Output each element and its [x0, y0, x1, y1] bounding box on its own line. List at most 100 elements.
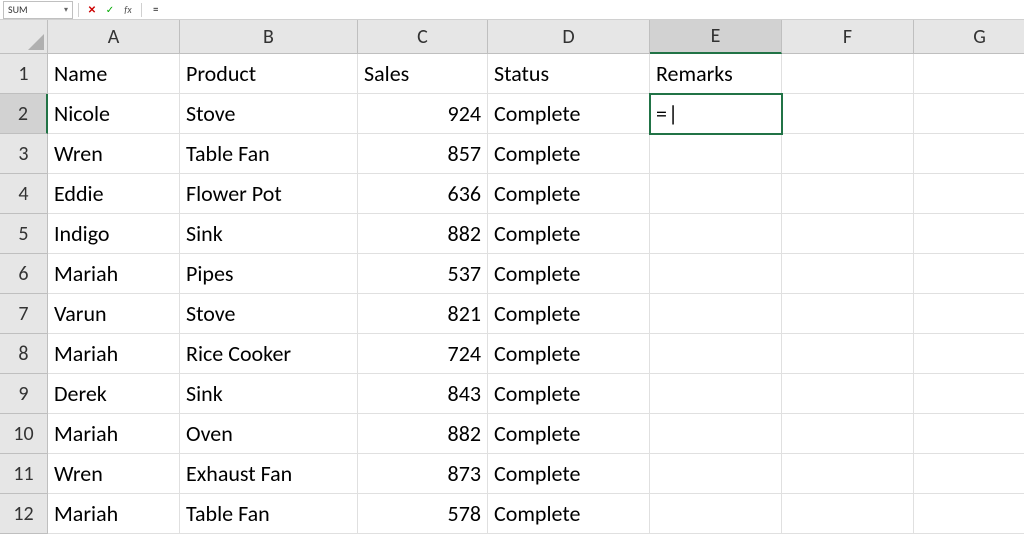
- cell-C1[interactable]: Sales: [358, 54, 488, 94]
- cell-A2[interactable]: Nicole: [48, 94, 180, 134]
- cell-D9[interactable]: Complete: [488, 374, 650, 414]
- cell-C3[interactable]: 857: [358, 134, 488, 174]
- row-header-7[interactable]: 7: [0, 294, 48, 334]
- row-header-12[interactable]: 12: [0, 494, 48, 534]
- cell-B11[interactable]: Exhaust Fan: [180, 454, 358, 494]
- cell-A5[interactable]: Indigo: [48, 214, 180, 254]
- row-header-10[interactable]: 10: [0, 414, 48, 454]
- cell-D10[interactable]: Complete: [488, 414, 650, 454]
- enter-icon[interactable]: ✓: [104, 3, 116, 16]
- cell-D2[interactable]: Complete: [488, 94, 650, 134]
- cell-D12[interactable]: Complete: [488, 494, 650, 534]
- name-box-dropdown-icon[interactable]: ▾: [64, 5, 68, 15]
- cell-C7[interactable]: 821: [358, 294, 488, 334]
- cell-E10[interactable]: [650, 414, 782, 454]
- formula-input[interactable]: =: [147, 1, 1024, 19]
- cell-B8[interactable]: Rice Cooker: [180, 334, 358, 374]
- cell-G10[interactable]: [914, 414, 1024, 454]
- cell-D8[interactable]: Complete: [488, 334, 650, 374]
- cell-B3[interactable]: Table Fan: [180, 134, 358, 174]
- cell-E1[interactable]: Remarks: [650, 54, 782, 94]
- cell-A6[interactable]: Mariah: [48, 254, 180, 294]
- cell-A9[interactable]: Derek: [48, 374, 180, 414]
- cell-D11[interactable]: Complete: [488, 454, 650, 494]
- cell-C4[interactable]: 636: [358, 174, 488, 214]
- cell-E6[interactable]: [650, 254, 782, 294]
- col-header-D[interactable]: D: [488, 20, 650, 54]
- cell-F1[interactable]: [782, 54, 914, 94]
- cell-E5[interactable]: [650, 214, 782, 254]
- cell-F6[interactable]: [782, 254, 914, 294]
- cell-G8[interactable]: [914, 334, 1024, 374]
- row-header-8[interactable]: 8: [0, 334, 48, 374]
- cell-D4[interactable]: Complete: [488, 174, 650, 214]
- cell-C6[interactable]: 537: [358, 254, 488, 294]
- cell-E2-active[interactable]: =: [650, 94, 782, 134]
- cell-B10[interactable]: Oven: [180, 414, 358, 454]
- cell-A12[interactable]: Mariah: [48, 494, 180, 534]
- col-header-G[interactable]: G: [914, 20, 1024, 54]
- cell-G1[interactable]: [914, 54, 1024, 94]
- cell-D3[interactable]: Complete: [488, 134, 650, 174]
- cell-C9[interactable]: 843: [358, 374, 488, 414]
- row-header-3[interactable]: 3: [0, 134, 48, 174]
- row-header-2[interactable]: 2: [0, 94, 48, 134]
- name-box[interactable]: SUM ▾: [3, 1, 73, 19]
- col-header-F[interactable]: F: [782, 20, 914, 54]
- row-header-6[interactable]: 6: [0, 254, 48, 294]
- cell-B2[interactable]: Stove: [180, 94, 358, 134]
- cell-B6[interactable]: Pipes: [180, 254, 358, 294]
- cell-B1[interactable]: Product: [180, 54, 358, 94]
- cell-C11[interactable]: 873: [358, 454, 488, 494]
- cell-F7[interactable]: [782, 294, 914, 334]
- cell-B5[interactable]: Sink: [180, 214, 358, 254]
- row-header-5[interactable]: 5: [0, 214, 48, 254]
- cell-B4[interactable]: Flower Pot: [180, 174, 358, 214]
- cell-F5[interactable]: [782, 214, 914, 254]
- cell-G12[interactable]: [914, 494, 1024, 534]
- col-header-E[interactable]: E: [650, 20, 782, 54]
- cell-G6[interactable]: [914, 254, 1024, 294]
- cell-E8[interactable]: [650, 334, 782, 374]
- row-header-9[interactable]: 9: [0, 374, 48, 414]
- cell-B9[interactable]: Sink: [180, 374, 358, 414]
- cell-A11[interactable]: Wren: [48, 454, 180, 494]
- cell-G5[interactable]: [914, 214, 1024, 254]
- cell-E3[interactable]: [650, 134, 782, 174]
- cell-F2[interactable]: [782, 94, 914, 134]
- cell-D6[interactable]: Complete: [488, 254, 650, 294]
- cell-A7[interactable]: Varun: [48, 294, 180, 334]
- cell-D1[interactable]: Status: [488, 54, 650, 94]
- cell-F3[interactable]: [782, 134, 914, 174]
- cell-C10[interactable]: 882: [358, 414, 488, 454]
- cell-A10[interactable]: Mariah: [48, 414, 180, 454]
- col-header-C[interactable]: C: [358, 20, 488, 54]
- cell-A1[interactable]: Name: [48, 54, 180, 94]
- cell-E12[interactable]: [650, 494, 782, 534]
- cell-E7[interactable]: [650, 294, 782, 334]
- cell-C5[interactable]: 882: [358, 214, 488, 254]
- row-header-4[interactable]: 4: [0, 174, 48, 214]
- cell-B12[interactable]: Table Fan: [180, 494, 358, 534]
- cell-E11[interactable]: [650, 454, 782, 494]
- cell-F8[interactable]: [782, 334, 914, 374]
- cell-A4[interactable]: Eddie: [48, 174, 180, 214]
- cell-C2[interactable]: 924: [358, 94, 488, 134]
- cell-G2[interactable]: [914, 94, 1024, 134]
- cell-D7[interactable]: Complete: [488, 294, 650, 334]
- cell-A3[interactable]: Wren: [48, 134, 180, 174]
- select-all-corner[interactable]: [0, 20, 48, 54]
- row-header-1[interactable]: 1: [0, 54, 48, 94]
- col-header-A[interactable]: A: [48, 20, 180, 54]
- cell-B7[interactable]: Stove: [180, 294, 358, 334]
- cell-F9[interactable]: [782, 374, 914, 414]
- cell-G4[interactable]: [914, 174, 1024, 214]
- cell-E4[interactable]: [650, 174, 782, 214]
- cell-F11[interactable]: [782, 454, 914, 494]
- cell-A8[interactable]: Mariah: [48, 334, 180, 374]
- cell-C8[interactable]: 724: [358, 334, 488, 374]
- cell-D5[interactable]: Complete: [488, 214, 650, 254]
- row-header-11[interactable]: 11: [0, 454, 48, 494]
- cell-E9[interactable]: [650, 374, 782, 414]
- cell-F10[interactable]: [782, 414, 914, 454]
